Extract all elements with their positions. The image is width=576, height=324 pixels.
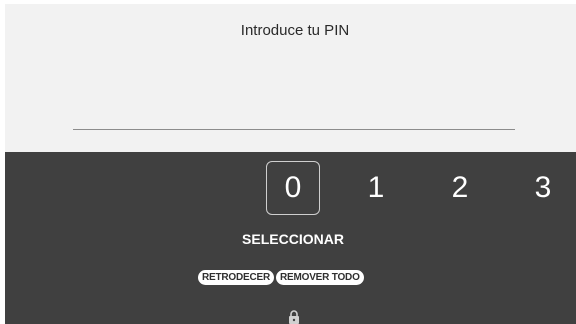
pin-actions: RETRODECER REMOVER TODO xyxy=(198,270,364,285)
pin-screen: Introduce tu PIN 0 1 2 3 SELECCIONAR RET… xyxy=(5,4,576,324)
back-button[interactable]: RETRODECER xyxy=(198,270,275,285)
pin-input-line[interactable] xyxy=(73,129,515,130)
lock-icon xyxy=(289,310,299,324)
digit-1-button[interactable]: 1 xyxy=(349,161,403,215)
digit-0-button[interactable]: 0 xyxy=(266,161,320,215)
select-button[interactable]: SELECCIONAR xyxy=(5,231,576,247)
digit-3-button[interactable]: 3 xyxy=(516,161,570,215)
keypad-panel: 0 1 2 3 SELECCIONAR RETRODECER REMOVER T… xyxy=(5,152,576,324)
digit-2-button[interactable]: 2 xyxy=(433,161,487,215)
pin-prompt: Introduce tu PIN xyxy=(240,22,350,39)
pin-entry-area: Introduce tu PIN xyxy=(5,4,576,152)
clear-all-button[interactable]: REMOVER TODO xyxy=(276,270,364,285)
